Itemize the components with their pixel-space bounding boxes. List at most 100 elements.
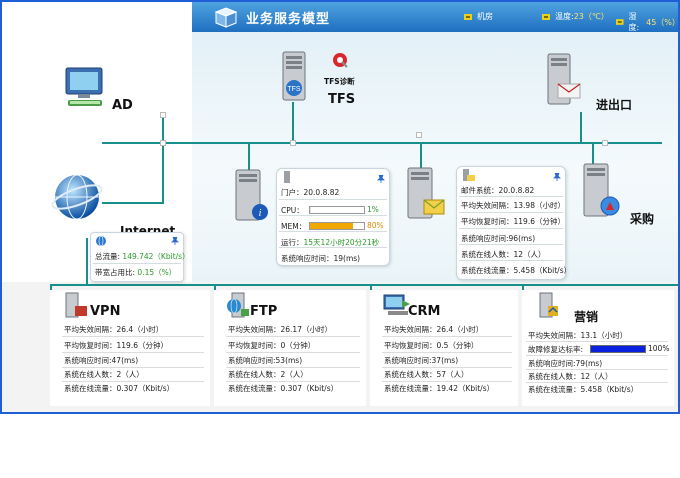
line-junction [290, 140, 296, 146]
repair-rate-fill [591, 346, 645, 352]
cpu-usage-bar [309, 206, 365, 214]
repair-rate-bar [590, 345, 646, 353]
divider [279, 247, 387, 248]
cpu-value: 1% [367, 205, 379, 214]
status-temperature[interactable]: 温度: 23（℃） [542, 11, 609, 22]
divider [279, 215, 387, 216]
panel-row: 系统响应时间:47(ms) [64, 356, 139, 365]
status-humidity[interactable]: 湿度: 45（%） [616, 11, 678, 33]
internet-link-line [162, 114, 164, 204]
internet-h-line [102, 202, 164, 204]
panel-title: CRM [408, 304, 441, 319]
portal-name: 门户：20.0.8.82 [281, 188, 340, 197]
status-machine-room[interactable]: 机房 [464, 11, 493, 22]
bottom-bus-riser [86, 238, 88, 286]
small-mail-server-icon [463, 169, 475, 181]
inout-mail-server-icon[interactable] [544, 52, 584, 108]
mail-mttr: 平均恢复时间：119.6（分钟） [461, 217, 565, 226]
pin-icon[interactable] [553, 173, 561, 181]
bottom-bus-line [50, 284, 678, 286]
uptime-label: 运行： [281, 238, 304, 247]
panel-row: 平均恢复时间：0.5（分钟） [384, 341, 479, 350]
mem-usage-bar [309, 222, 365, 230]
bandwidth-value: 0.15（%） [137, 268, 177, 277]
diagnosis-icon[interactable] [332, 52, 348, 68]
pin-icon[interactable] [171, 237, 179, 245]
divider [459, 244, 563, 245]
divider [382, 367, 512, 368]
portal-server-icon[interactable]: i [234, 168, 270, 224]
mail-mtbf: 平均失效间隔：13.98（小时） [461, 201, 565, 210]
panel-row: 系统在线流量：19.42（Kbit/s） [384, 384, 495, 393]
ad-computer-icon[interactable] [62, 64, 108, 114]
crm-panel[interactable]: CRM 平均失效间隔：26.4（小时） 平均恢复时间：0.5（分钟） 系统响应时… [370, 290, 518, 406]
divider [279, 199, 387, 200]
total-flow-label: 总流量: [95, 252, 121, 261]
panel-row: 系统在线流量：0.307（Kbit/s） [64, 384, 175, 393]
panel-row: 平均失效间隔：26.4（小时） [64, 325, 164, 334]
purchase-server-icon[interactable] [582, 162, 626, 222]
backbone-line [102, 142, 662, 144]
status-lamp-icon [464, 13, 472, 20]
panel-row: 系统在线人数：57（人） [384, 370, 469, 379]
globe-icon[interactable] [50, 170, 104, 224]
divider [526, 341, 668, 342]
marketing-panel[interactable]: 营销 平均失效间隔：13.1（小时） 故障修复达标率: 100% 系统响应时间:… [522, 290, 674, 406]
panel-row: 平均失效间隔：26.17（小时） [228, 325, 332, 334]
panel-row: 平均失效间隔：26.4（小时） [384, 325, 484, 334]
internet-info-card[interactable]: 总流量: 149.742（Kbit/s） 带宽占用比: 0.15（%） [90, 232, 190, 282]
purchase-label: 采购 [630, 212, 655, 226]
ftp-server-icon [227, 292, 249, 318]
divider [62, 367, 204, 368]
mem-value: 80% [367, 221, 384, 230]
inout-label: 进出口 [596, 98, 633, 112]
divider [62, 381, 204, 382]
marketing-server-icon [539, 292, 558, 318]
panel-title: FTP [250, 304, 278, 319]
cube-icon [214, 7, 238, 28]
portal-response: 系统响应时间：19(ms) [281, 254, 361, 263]
mail-server-icon[interactable] [406, 166, 448, 222]
portal-info-card[interactable]: 门户：20.0.8.82 CPU： 1% MEM： 80% 运行：15天12小时… [276, 168, 390, 266]
divider [226, 381, 360, 382]
divider [526, 369, 668, 370]
panel-row: 平均恢复时间：0（分钟） [228, 341, 316, 350]
divider [382, 381, 512, 382]
ftp-panel[interactable]: FTP 平均失效间隔：26.17（小时） 平均恢复时间：0（分钟） 系统响应时间… [214, 290, 366, 406]
tfs-server-icon[interactable]: TFS [280, 50, 310, 102]
divider [226, 336, 360, 337]
vpn-panel[interactable]: VPN 平均失效间隔：26.4（小时） 平均恢复时间：119.6（分钟） 系统响… [50, 290, 210, 406]
panel-row: 系统在线流量：5.458（Kbit/s） [528, 385, 639, 394]
svg-text:i: i [259, 208, 262, 219]
panel-row: 系统在线人数：2（人） [64, 370, 144, 379]
tfs-diagnosis-label[interactable]: TFS诊断 [324, 76, 355, 87]
mail-info-card[interactable]: 邮件系统：20.0.8.82 平均失效间隔：13.98（小时） 平均恢复时间：1… [456, 166, 571, 280]
mem-usage-fill [310, 223, 354, 229]
tfs-label: TFS [328, 92, 356, 107]
total-flow-value: 149.742（Kbit/s） [122, 252, 190, 261]
vpn-server-icon [65, 292, 87, 318]
panel-row: 平均恢复时间：119.6（分钟） [64, 341, 168, 350]
panel-title: VPN [90, 304, 121, 319]
panel-row: 平均失效间隔：13.1（小时） [528, 331, 628, 340]
divider [62, 352, 204, 353]
divider [526, 355, 668, 356]
uptime-value: 15天12小时20分21秒 [303, 238, 380, 247]
svg-text:TFS: TFS [287, 86, 301, 93]
mail-name: 邮件系统：20.0.8.82 [461, 186, 535, 195]
bandwidth-label: 带宽占用比: [95, 268, 136, 277]
divider [459, 260, 563, 261]
line-junction [160, 140, 166, 146]
mail-response: 系统响应时间:96(ms) [461, 234, 536, 243]
divider [459, 212, 563, 213]
panel-row: 系统在线人数：12（人） [528, 372, 613, 381]
panel-row: 系统在线流量：0.307（Kbit/s） [228, 384, 339, 393]
inout-link-line [580, 112, 582, 142]
panel-row: 系统响应时间:79(ms) [528, 359, 603, 368]
panel-row: 系统响应时间:37(ms) [384, 356, 459, 365]
repair-rate-value: 100% [648, 344, 670, 353]
pin-icon[interactable] [377, 175, 385, 183]
status-lamp-icon [616, 19, 624, 25]
divider [382, 336, 512, 337]
divider [226, 352, 360, 353]
